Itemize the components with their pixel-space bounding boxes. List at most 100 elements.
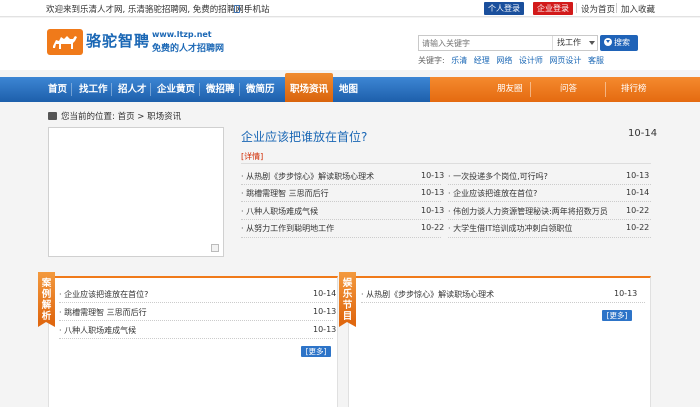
keyword-link[interactable]: 网页设计	[549, 56, 581, 65]
article-date: 10-22	[626, 206, 650, 215]
keyword-link[interactable]: 乐清	[451, 56, 467, 65]
divider	[530, 82, 531, 97]
divider	[448, 219, 651, 220]
more-button[interactable]: [更多]	[602, 310, 632, 321]
breadcrumb-label: 您当前的位置:	[61, 112, 115, 122]
image-caption-icon	[211, 244, 219, 252]
article-date: 10-13	[626, 171, 650, 180]
logo-url: www.ltzp.net	[152, 30, 212, 39]
nav-item-ranking[interactable]: 排行榜	[621, 77, 647, 102]
article-title: · 企业应该把谁放在首位?	[448, 189, 538, 198]
breadcrumb-current: 职场资讯	[147, 112, 182, 122]
search-type-select[interactable]: 找工作	[552, 36, 598, 50]
breadcrumb-home[interactable]: 首页	[118, 112, 135, 122]
breadcrumb-separator: >	[137, 112, 145, 122]
article-title: · 大学生借IT培训成功冲刺白领职位	[448, 224, 573, 233]
keyword-link[interactable]: 设计师	[519, 56, 543, 65]
list-item[interactable]: · 一次投递多个岗位,可行吗? 10-13	[448, 171, 650, 185]
nav-item-micro-resume[interactable]: 微简历	[246, 77, 275, 102]
article-date: 10-13	[421, 188, 445, 197]
divider	[150, 83, 151, 96]
article-date: 10-13	[421, 206, 445, 215]
list-item[interactable]: · 企业应该把谁放在首位?	[59, 289, 148, 300]
nav-item-friends[interactable]: 朋友圈	[497, 77, 523, 102]
keyword-link[interactable]: 网络	[496, 56, 512, 65]
list-item[interactable]: · 从热剧《步步惊心》解读职场心理术	[361, 289, 494, 300]
search-input[interactable]	[422, 37, 548, 49]
divider	[616, 3, 617, 13]
list-item[interactable]: · 跳槽需理智 三思而后行 10-13	[241, 188, 445, 202]
divider	[59, 302, 333, 303]
divider	[71, 83, 72, 96]
list-item[interactable]: · 八种人职场难成气候 10-13	[241, 206, 445, 220]
divider	[199, 83, 200, 96]
divider	[241, 184, 441, 185]
divider	[448, 201, 651, 202]
divider	[59, 338, 333, 339]
divider	[111, 83, 112, 96]
article-date: 10-14	[626, 188, 650, 197]
article-date: 10-13	[421, 171, 445, 180]
person-login-button[interactable]: 个人登录	[484, 2, 524, 15]
list-item[interactable]: · 八种人职场难成气候	[59, 325, 136, 336]
home-icon	[48, 112, 57, 120]
article-date: 10-22	[626, 223, 650, 232]
keywords-label: 关键字:	[418, 56, 445, 65]
list-item-date: 10-13	[313, 307, 337, 316]
keyword-link[interactable]: 客服	[588, 56, 604, 65]
list-item[interactable]: · 从热剧《步步惊心》解读职场心理术 10-13	[241, 171, 445, 185]
nav-item-find-job[interactable]: 找工作	[79, 77, 108, 102]
divider	[241, 163, 651, 164]
set-homepage-link[interactable]: 设为首页	[581, 3, 615, 15]
divider	[241, 201, 441, 202]
divider	[241, 219, 441, 220]
nav-item-qa[interactable]: 问答	[560, 77, 577, 102]
nav-item-career-news[interactable]: 职场资讯	[290, 77, 328, 102]
page: 欢迎来到乐清人才网, 乐清骆驼招聘网, 免费的招聘网! 手机站 个人登录 企业登…	[0, 0, 700, 407]
article-title: · 一次投递多个岗位,可行吗?	[448, 172, 548, 181]
keyword-link[interactable]: 经理	[474, 56, 490, 65]
chevron-down-icon	[589, 41, 595, 45]
mobile-site-link[interactable]: 手机站	[234, 3, 270, 15]
camel-logo-icon-svg	[53, 36, 77, 49]
featured-headline[interactable]: 企业应该把谁放在首位?	[241, 128, 367, 145]
list-item[interactable]: · 从努力工作到聪明地工作 10-22	[241, 223, 445, 237]
nav-item-map[interactable]: 地图	[339, 77, 358, 102]
breadcrumb: 您当前的位置: 首页 > 职场资讯	[48, 110, 181, 122]
article-date: 10-22	[421, 223, 445, 232]
top-bar: 欢迎来到乐清人才网, 乐清骆驼招聘网, 免费的招聘网! 手机站 个人登录 企业登…	[0, 0, 700, 17]
list-item[interactable]: · 企业应该把谁放在首位? 10-14	[448, 188, 650, 202]
company-login-button[interactable]: 企业登录	[533, 2, 573, 15]
mobile-site-label: 手机站	[244, 5, 270, 15]
divider	[241, 237, 441, 238]
logo-name[interactable]: 骆驼智聘	[86, 30, 150, 51]
nav-item-company-directory[interactable]: 企业黄页	[157, 77, 195, 102]
list-item[interactable]: · 大学生借IT培训成功冲刺白领职位 10-22	[448, 223, 650, 237]
more-button[interactable]: [更多]	[301, 346, 331, 357]
entertainment-ribbon: 娱乐节目	[339, 272, 356, 327]
divider	[239, 83, 240, 96]
search-button[interactable]: 搜索	[600, 35, 638, 51]
search-box: 找工作	[418, 35, 598, 51]
welcome-text: 欢迎来到乐清人才网, 乐清骆驼招聘网, 免费的招聘网!	[46, 5, 248, 15]
list-item-date: 10-14	[313, 289, 337, 298]
nav-item-micro-recruit[interactable]: 微招聘	[206, 77, 235, 102]
featured-date: 10-14	[628, 128, 658, 139]
nav-item-home[interactable]: 首页	[48, 77, 67, 102]
list-item[interactable]: · 跳槽需理智 三思而后行	[59, 307, 147, 318]
search-icon	[604, 38, 612, 46]
phone-icon	[234, 5, 240, 13]
logo-slogan: 免费的人才招聘网	[152, 44, 225, 54]
add-favorite-link[interactable]: 加入收藏	[621, 3, 655, 15]
hot-keywords: 关键字: 乐清 经理 网络 设计师 网页设计 客服	[418, 55, 604, 66]
featured-image[interactable]	[48, 127, 224, 257]
article-title: · 从努力工作到聪明地工作	[241, 224, 335, 233]
divider	[361, 302, 645, 303]
camel-logo-icon[interactable]	[47, 29, 83, 55]
divider	[448, 184, 651, 185]
list-item-date: 10-13	[313, 325, 337, 334]
featured-detail-link[interactable]: [详情]	[241, 151, 263, 162]
list-item[interactable]: · 伟创力谈人力资源管理秘诀:两年将招数万员 10-22	[448, 206, 650, 220]
divider	[576, 3, 577, 13]
nav-item-hire[interactable]: 招人才	[118, 77, 147, 102]
